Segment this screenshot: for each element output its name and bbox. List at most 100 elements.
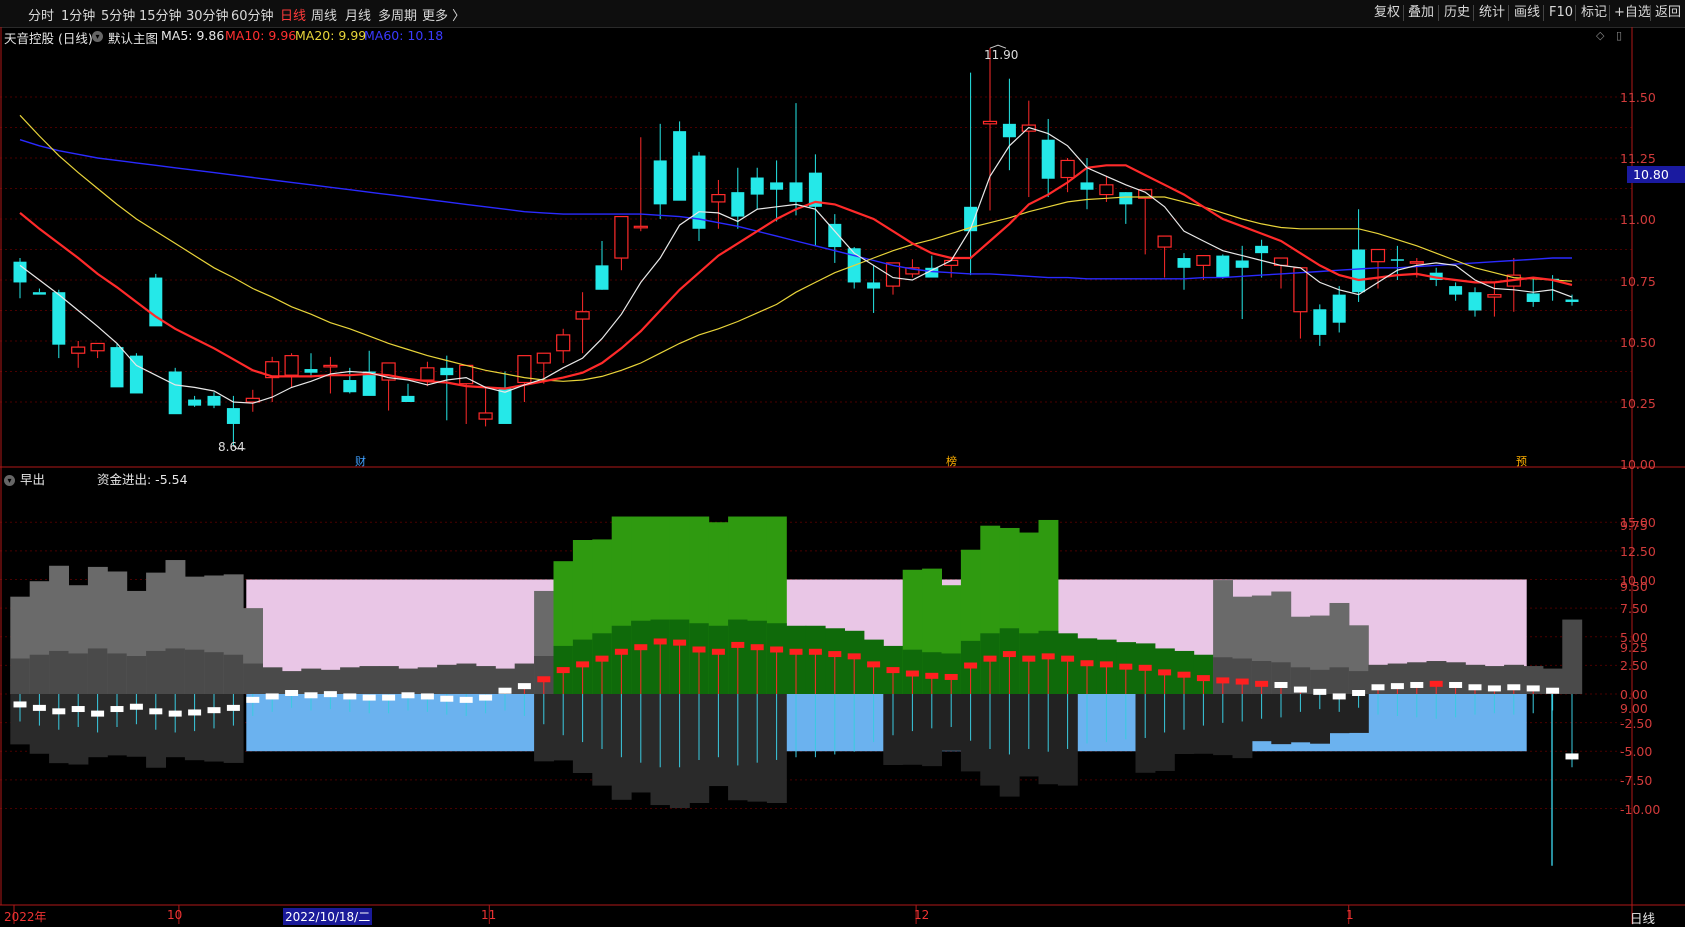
upper-volume-area: [728, 516, 748, 694]
candle-body-down: [1313, 309, 1327, 335]
period-5min[interactable]: 5分钟: [101, 5, 135, 24]
mid-volume-area: [553, 645, 574, 694]
high-price-label: 11.90: [984, 48, 1019, 62]
mid-volume-area: [456, 663, 477, 694]
candle-body-up: [1060, 159, 1075, 179]
upper-volume-area: [1290, 616, 1311, 694]
candle-body-up: [1273, 257, 1289, 266]
draw-button[interactable]: 画线: [1512, 2, 1542, 24]
flow-bar: [1507, 684, 1521, 691]
flow-bar: [362, 694, 376, 701]
mid-volume-area: [1329, 667, 1350, 694]
period-monthly[interactable]: 月线: [345, 5, 371, 24]
kline-chart[interactable]: [0, 0, 1685, 924]
mid-volume-area: [631, 620, 651, 694]
lower-volume-area: [534, 694, 554, 762]
upper-volume-area: [223, 574, 244, 694]
period-toolbar: 分时 1分钟 5分钟 15分钟 30分钟 60分钟 日线 周线 月线 多周期 更…: [0, 0, 1685, 28]
mark-button[interactable]: 标记: [1579, 2, 1609, 24]
flow-bar: [1158, 669, 1172, 676]
pink-band: [246, 579, 1527, 694]
period-weekly[interactable]: 周线: [311, 5, 337, 24]
sub-tick: -7.50: [1620, 773, 1653, 788]
f10-button[interactable]: F10: [1547, 2, 1575, 24]
flow-bar: [925, 672, 939, 679]
candle-body-up: [905, 267, 920, 275]
mid-volume-area: [359, 666, 380, 694]
candle-body-up: [323, 364, 338, 368]
adjust-button[interactable]: 复权: [1372, 2, 1402, 24]
flow-bar: [1119, 663, 1133, 670]
flow-bar: [1274, 681, 1288, 688]
flow-bar: [207, 707, 221, 714]
sub-indicator-name[interactable]: 早出: [20, 469, 45, 488]
candle-body-down: [1546, 278, 1560, 281]
candle-body-down: [498, 387, 512, 424]
lower-volume-area: [49, 694, 69, 764]
period-multi[interactable]: 多周期: [378, 5, 417, 24]
event-marker-rank[interactable]: 榜: [946, 453, 957, 469]
upper-volume-area: [10, 596, 31, 694]
chevron-down-icon[interactable]: ▾: [4, 471, 15, 486]
price-tick: 10.50: [1620, 335, 1656, 350]
lower-volume-area: [1271, 694, 1292, 745]
toolbar-divider: [1508, 5, 1509, 21]
candle-body-down: [770, 182, 784, 190]
flow-bar: [168, 710, 182, 717]
upper-volume-area: [902, 569, 923, 694]
period-more[interactable]: 更多 〉: [422, 5, 465, 24]
mid-volume-area: [1348, 671, 1369, 694]
back-button[interactable]: 返回: [1653, 2, 1683, 24]
mid-volume-area: [863, 639, 884, 694]
flow-bar: [420, 693, 434, 700]
mid-volume-area: [1057, 633, 1078, 694]
overlay-button[interactable]: 叠加: [1406, 2, 1436, 24]
event-marker-forecast[interactable]: 预: [1516, 453, 1527, 469]
flow-bar: [944, 673, 958, 680]
flow-bar: [246, 696, 260, 703]
lower-volume-area: [1329, 694, 1350, 734]
upper-volume-area: [747, 516, 768, 694]
flow-bar: [1041, 653, 1055, 660]
mid-volume-area: [1096, 639, 1117, 694]
flow-bar: [847, 653, 861, 660]
period-daily[interactable]: 日线: [280, 5, 306, 24]
diamond-icon[interactable]: ◇: [1596, 29, 1604, 42]
mid-volume-area: [708, 625, 729, 694]
window-icon[interactable]: ▯: [1616, 29, 1622, 42]
lower-volume-area: [941, 694, 962, 751]
lower-volume-area: [1290, 694, 1311, 743]
mid-volume-area: [184, 649, 205, 694]
indicator-name[interactable]: 默认主图: [108, 28, 158, 47]
mid-volume-area: [107, 653, 128, 694]
date-label: 2022年: [4, 910, 47, 924]
lower-volume-area: [572, 694, 593, 774]
period-60min[interactable]: 60分钟: [231, 5, 274, 24]
candle-body-down: [1255, 245, 1269, 254]
mid-volume-area: [611, 625, 632, 694]
mid-volume-area: [10, 658, 31, 694]
period-15min[interactable]: 15分钟: [139, 5, 182, 24]
history-button[interactable]: 历史: [1442, 2, 1472, 24]
flow-bar: [1429, 680, 1443, 687]
mid-volume-area: [378, 666, 399, 694]
ma5-line: [19, 126, 1573, 404]
add-watchlist-button[interactable]: +自选: [1612, 2, 1653, 24]
period-intraday[interactable]: 分时: [28, 5, 54, 24]
upper-volume-area: [1019, 532, 1039, 694]
mid-volume-area: [1116, 642, 1136, 694]
ma20-value: MA20: 9.99: [295, 28, 367, 43]
upper-volume-area: [204, 575, 225, 694]
sub-tick: -10.00: [1620, 802, 1661, 817]
event-marker-finance[interactable]: 财: [355, 453, 366, 469]
candle-body-down: [32, 292, 46, 295]
candle-body-down: [1468, 292, 1482, 311]
candle-body-up: [536, 352, 551, 364]
stats-button[interactable]: 统计: [1477, 2, 1507, 24]
period-30min[interactable]: 30分钟: [186, 5, 229, 24]
lower-volume-area: [631, 694, 651, 793]
period-1min[interactable]: 1分钟: [61, 5, 95, 24]
mid-volume-area: [1368, 664, 1389, 694]
mid-volume-area: [941, 653, 962, 694]
candle-body-up: [459, 364, 474, 385]
